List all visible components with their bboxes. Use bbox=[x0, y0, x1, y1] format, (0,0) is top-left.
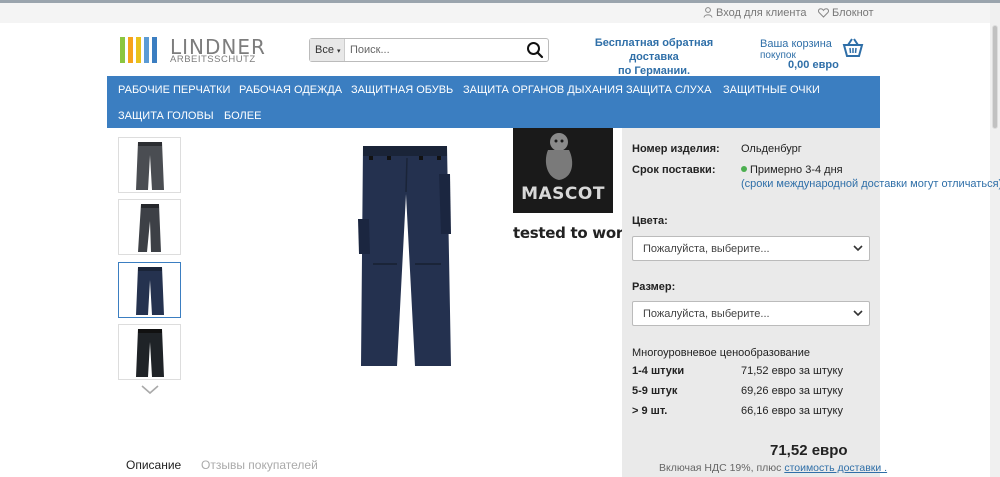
product-image bbox=[358, 146, 451, 366]
delivery-note: (сроки международной доставки могут отли… bbox=[741, 178, 1000, 190]
colors-label: Цвета: bbox=[632, 215, 668, 227]
nav-item-respiratory[interactable]: ЗАЩИТА ОРГАНОВ ДЫХАНИЯ bbox=[463, 84, 623, 96]
vat-note: Включая НДС 19%, плюс стоимость доставки… bbox=[659, 462, 888, 474]
size-label: Размер: bbox=[632, 281, 676, 293]
nav-item-gloves[interactable]: РАБОЧИЕ ПЕРЧАТКИ bbox=[118, 84, 230, 96]
heart-icon bbox=[818, 8, 829, 18]
mascot-brand-name: MASCOT bbox=[521, 184, 605, 204]
tier-price: 71,52 евро за штуку bbox=[741, 365, 843, 377]
notebook-label: Блокнот bbox=[832, 7, 874, 19]
login-link[interactable]: Вход для клиента bbox=[703, 7, 807, 19]
availability-dot-icon bbox=[741, 166, 747, 172]
tier-price: 69,26 евро за штуку bbox=[741, 385, 843, 397]
top-bar: Вход для клиента Блокнот bbox=[0, 3, 990, 23]
chevron-down-icon bbox=[853, 245, 863, 252]
mascot-logo: MASCOT bbox=[513, 128, 613, 213]
product-thumbnail[interactable] bbox=[118, 137, 181, 193]
scrollbar-thumb[interactable] bbox=[992, 25, 998, 129]
search-icon[interactable] bbox=[526, 41, 544, 59]
nav-item-shoes[interactable]: ЗАЩИТНАЯ ОБУВЬ bbox=[351, 84, 453, 96]
search-box: Все ▾ bbox=[309, 38, 549, 62]
tier-qty: > 9 шт. bbox=[632, 405, 668, 417]
pants-thumb-side bbox=[138, 204, 161, 252]
color-select[interactable]: Пожалуйста, выберите... bbox=[632, 236, 870, 261]
tab-reviews[interactable]: Отзывы покупателей bbox=[201, 458, 318, 472]
search-input[interactable] bbox=[350, 42, 520, 58]
chevron-down-icon[interactable] bbox=[141, 385, 159, 395]
logo-sub: ARBEITSSCHUTZ bbox=[170, 54, 256, 65]
notebook-link[interactable]: Блокнот bbox=[818, 7, 874, 19]
site-logo[interactable]: LINDNER ARBEITSSCHUTZ bbox=[120, 35, 290, 67]
page-scrollbar[interactable] bbox=[990, 3, 1000, 477]
size-select-value: Пожалуйста, выберите... bbox=[643, 308, 770, 320]
tab-description[interactable]: Описание bbox=[126, 458, 181, 472]
delivery-label: Срок поставки: bbox=[632, 164, 716, 176]
tier-qty: 1-4 штуки bbox=[632, 365, 685, 377]
nav-item-more[interactable]: БОЛЕЕ bbox=[224, 110, 261, 122]
pants-thumb-grey bbox=[136, 142, 164, 190]
tier-price: 66,16 евро за штуку bbox=[741, 405, 843, 417]
cart-label: Ваша корзина bbox=[760, 38, 832, 50]
product-price: 71,52 евро bbox=[770, 442, 848, 459]
shipping-cost-link[interactable]: стоимость доставки . bbox=[784, 462, 887, 474]
nav-item-head[interactable]: ЗАЩИТА ГОЛОВЫ bbox=[118, 110, 214, 122]
product-thumbnail[interactable] bbox=[118, 199, 181, 255]
free-shipping-notice: Бесплатная обратная доставка по Германии… bbox=[570, 36, 738, 78]
nav-item-hearing[interactable]: ЗАЩИТА СЛУХА bbox=[626, 84, 711, 96]
nav-item-glasses[interactable]: ЗАЩИТНЫЕ ОЧКИ bbox=[723, 84, 820, 96]
search-category-select[interactable]: Все ▾ bbox=[310, 39, 345, 61]
product-thumbnail[interactable] bbox=[118, 324, 181, 380]
pants-thumb-black bbox=[136, 329, 164, 377]
chevron-down-icon bbox=[853, 310, 863, 317]
product-thumbnail-active[interactable] bbox=[118, 262, 181, 318]
article-label: Номер изделия: bbox=[632, 143, 720, 155]
color-select-value: Пожалуйста, выберите... bbox=[643, 243, 770, 255]
nav-item-workwear[interactable]: РАБОЧАЯ ОДЕЖДА bbox=[239, 84, 342, 96]
shipping-line-1: Бесплатная обратная доставка bbox=[594, 37, 714, 63]
delivery-value: Примерно 3-4 дня bbox=[741, 164, 843, 176]
cart-link[interactable]: Ваша корзина покупок 0,00 евро bbox=[760, 38, 840, 71]
user-icon bbox=[703, 7, 713, 18]
brand-tagline: tested to work bbox=[513, 224, 633, 242]
main-nav: РАБОЧИЕ ПЕРЧАТКИ РАБОЧАЯ ОДЕЖДА ЗАЩИТНАЯ… bbox=[107, 76, 880, 128]
article-value: Ольденбург bbox=[741, 143, 802, 155]
mascot-figure-icon bbox=[545, 133, 573, 180]
pants-thumb-navy bbox=[136, 267, 164, 315]
basket-icon[interactable] bbox=[842, 38, 864, 58]
cart-amount: 0,00 евро bbox=[788, 59, 839, 71]
login-label: Вход для клиента bbox=[716, 7, 807, 19]
size-select[interactable]: Пожалуйста, выберите... bbox=[632, 301, 870, 326]
tier-pricing-title: Многоуровневое ценообразование bbox=[632, 347, 811, 359]
tier-qty: 5-9 штук bbox=[632, 385, 678, 397]
